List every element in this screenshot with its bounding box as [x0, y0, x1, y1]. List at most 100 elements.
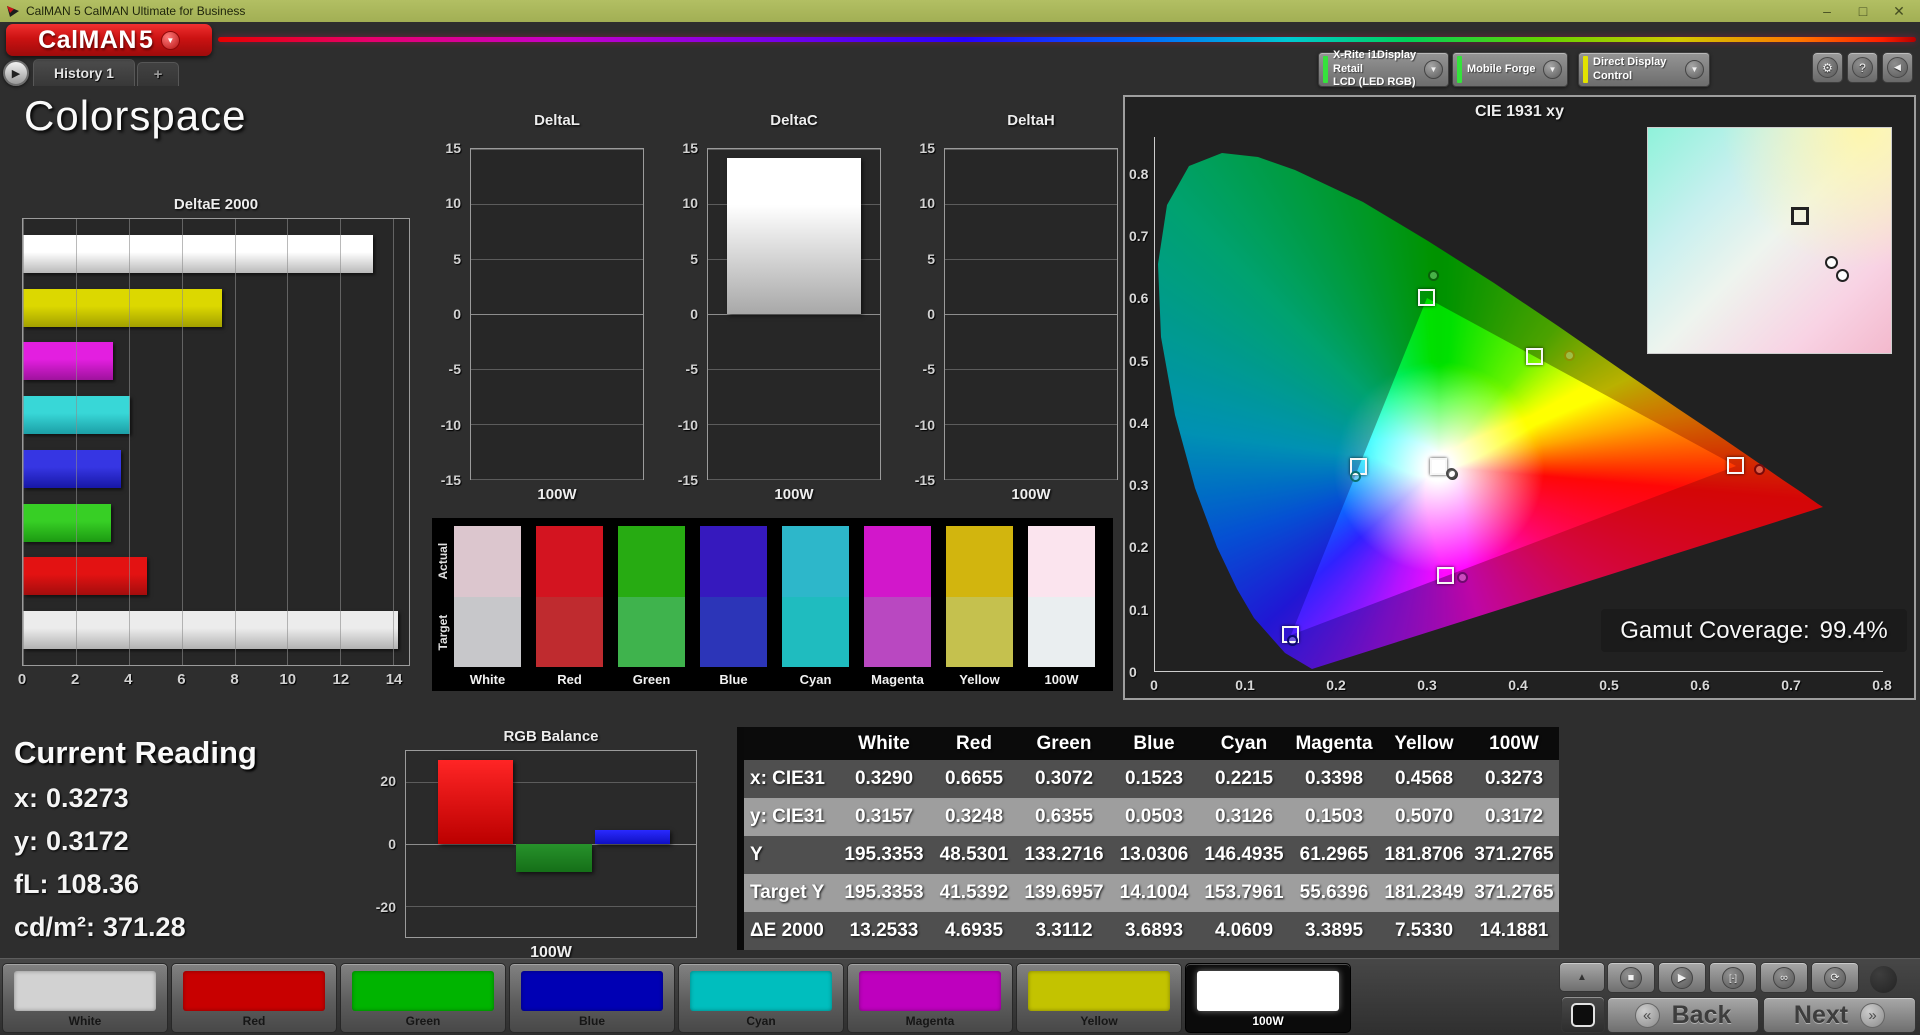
- window-titlebar: CalMAN 5 CalMAN Ultimate for Business – …: [0, 0, 1920, 22]
- measure-once-button[interactable]: [-]: [1709, 962, 1757, 993]
- gridline: [129, 219, 130, 665]
- table-row: ΔE 2000 13.2533 4.6935 3.3112 3.6893 4.0…: [744, 912, 1559, 950]
- deltac-title: DeltaC: [707, 112, 881, 129]
- chevron-down-icon[interactable]: ▼: [161, 31, 180, 50]
- measured-marker-magenta: [1457, 572, 1468, 583]
- pattern-button-blue[interactable]: Blue: [509, 963, 675, 1033]
- table-row: y: CIE31 0.3157 0.3248 0.6355 0.0503 0.3…: [744, 798, 1559, 836]
- y-tick-label: -5: [449, 361, 461, 377]
- y-tick-label: -10: [441, 417, 461, 433]
- swatch-cyan: Cyan: [782, 526, 849, 687]
- page-title: Colorspace: [24, 92, 246, 140]
- y-tick-label: 5: [453, 251, 461, 267]
- inset-measured-marker-100w: [1836, 269, 1849, 282]
- pattern-button-cyan[interactable]: Cyan: [678, 963, 844, 1033]
- y-tick-label: -10: [915, 417, 935, 433]
- gridline: [945, 149, 1117, 150]
- tab-add-button[interactable]: +: [137, 62, 179, 86]
- play-button[interactable]: ▶: [1658, 962, 1706, 993]
- pattern-button-green[interactable]: Green: [340, 963, 506, 1033]
- deltah-yaxis: 151050-5-10-15: [904, 148, 940, 480]
- restore-icon[interactable]: □: [1848, 0, 1878, 22]
- chevron-left-icon: ◀: [1887, 57, 1908, 78]
- y-tick-label: 0: [388, 836, 396, 852]
- question-icon: ?: [1852, 57, 1873, 78]
- deltah-xlabel: 100W: [944, 486, 1118, 503]
- chevron-down-icon: ▼: [1543, 60, 1562, 79]
- pattern-button-white[interactable]: White: [2, 963, 168, 1033]
- measure-once-icon: [-]: [1722, 967, 1744, 989]
- gridline: [471, 259, 643, 260]
- y-tick-label: 20: [380, 773, 396, 789]
- next-button[interactable]: Next »: [1763, 997, 1916, 1033]
- source-dropdown[interactable]: Mobile Forge ▼: [1452, 52, 1568, 87]
- tab-history-1[interactable]: History 1: [33, 59, 135, 86]
- gridline: [287, 219, 288, 665]
- deltac-yaxis: 151050-5-10-15: [667, 148, 703, 480]
- y-tick-label: -5: [923, 361, 935, 377]
- close-icon[interactable]: ✕: [1884, 0, 1914, 22]
- expand-controls-button[interactable]: ▲: [1559, 962, 1605, 992]
- measure-continuous-button[interactable]: ∞: [1760, 962, 1808, 993]
- swatch-yellow: Yellow: [946, 526, 1013, 687]
- deltah-title: DeltaH: [944, 112, 1118, 129]
- gridline: [945, 369, 1117, 370]
- display-control-dropdown[interactable]: Direct Display Control ▼: [1578, 52, 1710, 87]
- x-tick-label: 0: [18, 671, 26, 688]
- target-marker-yellow: [1526, 348, 1543, 365]
- stop-button[interactable]: ■: [1607, 962, 1655, 993]
- pattern-button-yellow[interactable]: Yellow: [1016, 963, 1182, 1033]
- y-tick-label: 10: [682, 195, 698, 211]
- deltae-xaxis: 02468101214: [22, 671, 410, 691]
- settings-button[interactable]: ⚙: [1812, 52, 1843, 83]
- gridline: [471, 369, 643, 370]
- pattern-button-red[interactable]: Red: [171, 963, 337, 1033]
- app-icon: [6, 4, 20, 18]
- table-row: Y 195.3353 48.5301 133.2716 13.0306 146.…: [744, 836, 1559, 874]
- pattern-window-button[interactable]: [1561, 996, 1605, 1033]
- gridline: [945, 204, 1117, 205]
- measured-marker-yellow: [1564, 350, 1575, 361]
- collapse-panel-button[interactable]: ◀: [1882, 52, 1913, 83]
- current-reading-title: Current Reading: [14, 735, 257, 771]
- deltac-xlabel: 100W: [707, 486, 881, 503]
- target-marker-green: [1418, 289, 1435, 306]
- deltae-bar-100w: [23, 611, 398, 649]
- x-tick-label: 2: [71, 671, 79, 688]
- calman-app-window: CalMAN 5 CalMAN Ultimate for Business – …: [0, 0, 1920, 1035]
- y-tick-label: 5: [927, 251, 935, 267]
- meter-dropdown[interactable]: X-Rite i1Display RetailLCD (LED RGB) ▼: [1318, 52, 1449, 87]
- y-tick-label: -15: [915, 472, 935, 488]
- minimize-icon[interactable]: –: [1812, 0, 1842, 22]
- y-tick-label: 5: [690, 251, 698, 267]
- rgb-balance-title: RGB Balance: [405, 728, 697, 745]
- measured-marker-cyan: [1350, 471, 1361, 482]
- source-name: Mobile Forge: [1467, 63, 1538, 77]
- swatch-magenta: Magenta: [864, 526, 931, 687]
- reading-cdm2: cd/m²:371.28: [14, 912, 257, 943]
- x-tick-label: 8: [230, 671, 238, 688]
- pattern-button-100w[interactable]: 100W: [1185, 963, 1351, 1033]
- pattern-button-magenta[interactable]: Magenta: [847, 963, 1013, 1033]
- refresh-button[interactable]: ⟳: [1811, 962, 1859, 993]
- gamut-coverage-label: Gamut Coverage:: [1620, 617, 1809, 645]
- y-tick-label: 0: [453, 306, 461, 322]
- help-button[interactable]: ?: [1847, 52, 1878, 83]
- measured-marker-green: [1428, 270, 1439, 281]
- gridline: [393, 219, 394, 665]
- gridline: [708, 314, 880, 315]
- calman-logo-menu[interactable]: CalMAN5 ▼: [6, 24, 212, 56]
- y-tick-label: -15: [678, 472, 698, 488]
- logo-version: 5: [139, 26, 153, 54]
- back-button[interactable]: « Back: [1607, 997, 1759, 1033]
- pattern-window-icon: [1571, 1003, 1595, 1027]
- swatch-100w: 100W: [1028, 526, 1095, 687]
- gridline: [471, 314, 643, 315]
- y-tick-label: -20: [376, 899, 396, 915]
- tab-scroll-button[interactable]: ▶: [3, 60, 29, 86]
- deltah-plot: [944, 148, 1118, 480]
- gridline: [945, 479, 1117, 480]
- status-indicator: [1870, 966, 1897, 993]
- display-control-name: Direct Display Control: [1593, 56, 1680, 84]
- deltah-chart: DeltaH 151050-5-10-15 100W: [904, 112, 1126, 512]
